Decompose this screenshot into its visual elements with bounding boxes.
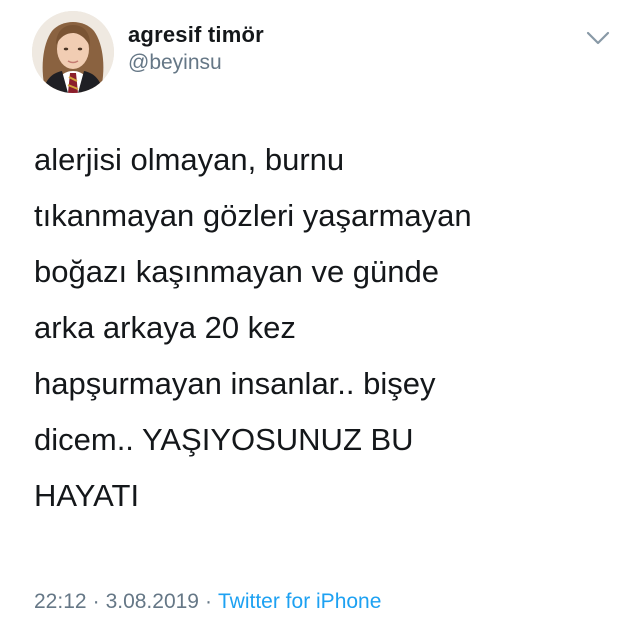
user-handle[interactable]: @beyinsu bbox=[128, 50, 264, 76]
tweet-text-line: hapşurmayan insanlar.. bişey bbox=[34, 366, 436, 401]
user-info: agresif timör @beyinsu bbox=[128, 22, 264, 76]
avatar-image bbox=[32, 11, 114, 93]
tweet-text-line: dicem.. YAŞIYOSUNUZ BU bbox=[34, 422, 414, 457]
tweet-text-line: tıkanmayan gözleri yaşarmayan bbox=[34, 198, 472, 233]
tweet-card: agresif timör @beyinsu alerjisi olmayan,… bbox=[0, 0, 639, 623]
meta-separator: · bbox=[92, 590, 100, 613]
tweet-text-line: boğazı kaşınmayan ve günde bbox=[34, 254, 439, 289]
meta-separator: · bbox=[205, 590, 212, 613]
tweet-text-line: alerjisi olmayan, burnu bbox=[34, 142, 345, 177]
tweet-source-link[interactable]: Twitter for iPhone bbox=[218, 590, 381, 613]
display-name[interactable]: agresif timör bbox=[128, 22, 264, 48]
tweet-text-line: HAYATI bbox=[34, 478, 140, 513]
tweet-text: alerjisi olmayan, burnu tıkanmayan gözle… bbox=[34, 132, 614, 524]
avatar[interactable] bbox=[32, 11, 114, 93]
chevron-down-icon[interactable] bbox=[583, 26, 613, 50]
tweet-date[interactable]: 3.08.2019 bbox=[106, 590, 199, 613]
tweet-meta: 22:12 · 3.08.2019 · Twitter for iPhone bbox=[34, 589, 381, 615]
tweet-time[interactable]: 22:12 bbox=[34, 590, 87, 613]
tweet-text-line: arka arkaya 20 kez bbox=[34, 310, 296, 345]
